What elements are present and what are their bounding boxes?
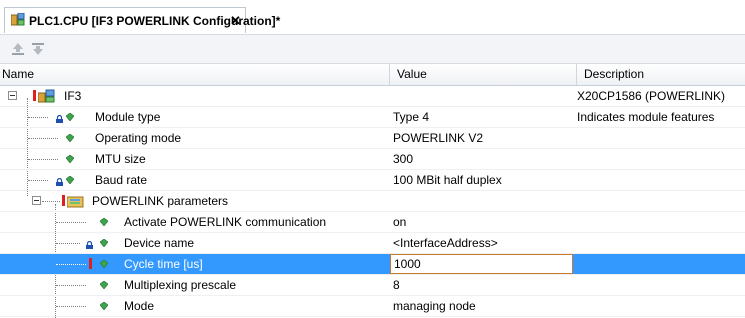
row-value[interactable]: 300 xyxy=(390,149,573,169)
tree-row-powerlink-parameters[interactable]: POWERLINK parameters xyxy=(0,191,745,212)
parameter-group-icon xyxy=(67,196,84,208)
row-name: Cycle time [us] xyxy=(124,257,203,271)
row-name: MTU size xyxy=(95,152,146,166)
column-header-description[interactable]: Description xyxy=(577,64,745,85)
collapse-toggle[interactable] xyxy=(32,196,41,205)
tree-row-mtu-size[interactable]: MTU size 300 xyxy=(0,149,745,170)
lock-icon xyxy=(56,178,63,186)
tree-line xyxy=(56,264,86,265)
row-value[interactable]: 100 MBit half duplex xyxy=(390,170,573,190)
collapse-toggle[interactable] xyxy=(8,91,17,100)
parameter-gem-icon xyxy=(100,239,108,247)
toolbar xyxy=(0,34,745,64)
tree-line xyxy=(56,243,80,244)
row-value[interactable] xyxy=(390,191,573,211)
row-name: Operating mode xyxy=(95,131,182,145)
row-description xyxy=(577,170,745,190)
row-description: X20CP1586 (POWERLINK) xyxy=(577,89,726,103)
row-description xyxy=(577,296,745,316)
tree-line xyxy=(56,285,86,286)
required-marker-icon xyxy=(62,195,65,206)
tree-row-module-type[interactable]: Module type Type 4 Indicates module feat… xyxy=(0,107,745,128)
configuration-tree-grid: IF3 X20CP1586 (POWERLINK) Module type Ty… xyxy=(0,86,745,318)
row-name: IF3 xyxy=(64,89,82,103)
tree-line xyxy=(28,180,48,181)
row-value[interactable] xyxy=(390,86,573,106)
tree-row-multiplexing-prescale[interactable]: Multiplexing prescale 8 xyxy=(0,275,745,296)
close-icon[interactable]: ✕ xyxy=(230,13,241,29)
parameter-gem-icon xyxy=(100,218,108,226)
parameter-gem-icon xyxy=(100,260,108,268)
column-header-value[interactable]: Value xyxy=(390,64,577,85)
tree-row-baud-rate[interactable]: Baud rate 100 MBit half duplex xyxy=(0,170,745,191)
tree-line xyxy=(28,159,58,160)
row-description xyxy=(577,149,745,169)
tree-row-operating-mode[interactable]: Operating mode POWERLINK V2 xyxy=(0,128,745,149)
row-value[interactable]: POWERLINK V2 xyxy=(390,128,573,148)
lock-icon xyxy=(86,241,93,249)
tab-if3-powerlink-configuration[interactable]: PLC1.CPU [IF3 POWERLINK Configuration]* … xyxy=(4,7,280,33)
tab-title: PLC1.CPU [IF3 POWERLINK Configuration]* xyxy=(29,14,281,28)
tree-line xyxy=(42,201,60,202)
tree-row-device-name[interactable]: Device name <InterfaceAddress> xyxy=(0,233,745,254)
row-name: POWERLINK parameters xyxy=(92,194,229,208)
row-value[interactable]: 8 xyxy=(390,275,573,295)
tree-row-mode[interactable]: Mode managing node xyxy=(0,296,745,317)
move-down-icon[interactable] xyxy=(30,41,46,57)
row-name: Baud rate xyxy=(95,173,148,187)
parameter-gem-icon xyxy=(66,155,74,163)
parameter-gem-icon xyxy=(100,302,108,310)
row-name: Module type xyxy=(95,110,161,124)
required-marker-icon xyxy=(89,258,92,269)
row-description xyxy=(577,233,745,253)
module-folder-icon xyxy=(38,89,55,103)
document-tabstrip: PLC1.CPU [IF3 POWERLINK Configuration]* … xyxy=(0,0,745,34)
row-description xyxy=(577,254,745,274)
tree-line xyxy=(28,117,48,118)
config-icon xyxy=(11,13,25,26)
column-header-name[interactable]: Name xyxy=(0,64,390,85)
tree-line xyxy=(28,138,58,139)
row-value[interactable]: Type 4 xyxy=(390,107,573,127)
row-description xyxy=(577,191,745,211)
row-value[interactable]: on xyxy=(390,212,573,232)
row-description xyxy=(577,212,745,232)
row-name: Device name xyxy=(124,236,195,250)
row-name: Multiplexing prescale xyxy=(124,278,237,292)
row-name: Mode xyxy=(124,299,155,313)
tree-line xyxy=(56,306,86,307)
move-up-icon[interactable] xyxy=(10,41,26,57)
cycle-time-value-editor[interactable]: 1000 xyxy=(390,254,573,274)
row-value[interactable]: managing node xyxy=(390,296,573,316)
tree-row-cycle-time[interactable]: Cycle time [us] 1000 xyxy=(0,254,745,275)
row-value[interactable]: <InterfaceAddress> xyxy=(390,233,573,253)
parameter-gem-icon xyxy=(66,134,74,142)
column-header: Name Value Description xyxy=(0,64,745,86)
tree-row-activate-powerlink-communication[interactable]: Activate POWERLINK communication on xyxy=(0,212,745,233)
row-description: Indicates module features xyxy=(577,110,715,124)
parameter-gem-icon xyxy=(66,113,74,121)
row-description xyxy=(577,275,745,295)
tree-line xyxy=(56,222,86,223)
tree-row-if3[interactable]: IF3 X20CP1586 (POWERLINK) xyxy=(0,86,745,107)
required-marker-icon xyxy=(33,90,36,101)
row-description xyxy=(577,128,745,148)
row-name: Activate POWERLINK communication xyxy=(124,215,327,229)
lock-icon xyxy=(56,115,63,123)
parameter-gem-icon xyxy=(100,281,108,289)
parameter-gem-icon xyxy=(66,176,74,184)
